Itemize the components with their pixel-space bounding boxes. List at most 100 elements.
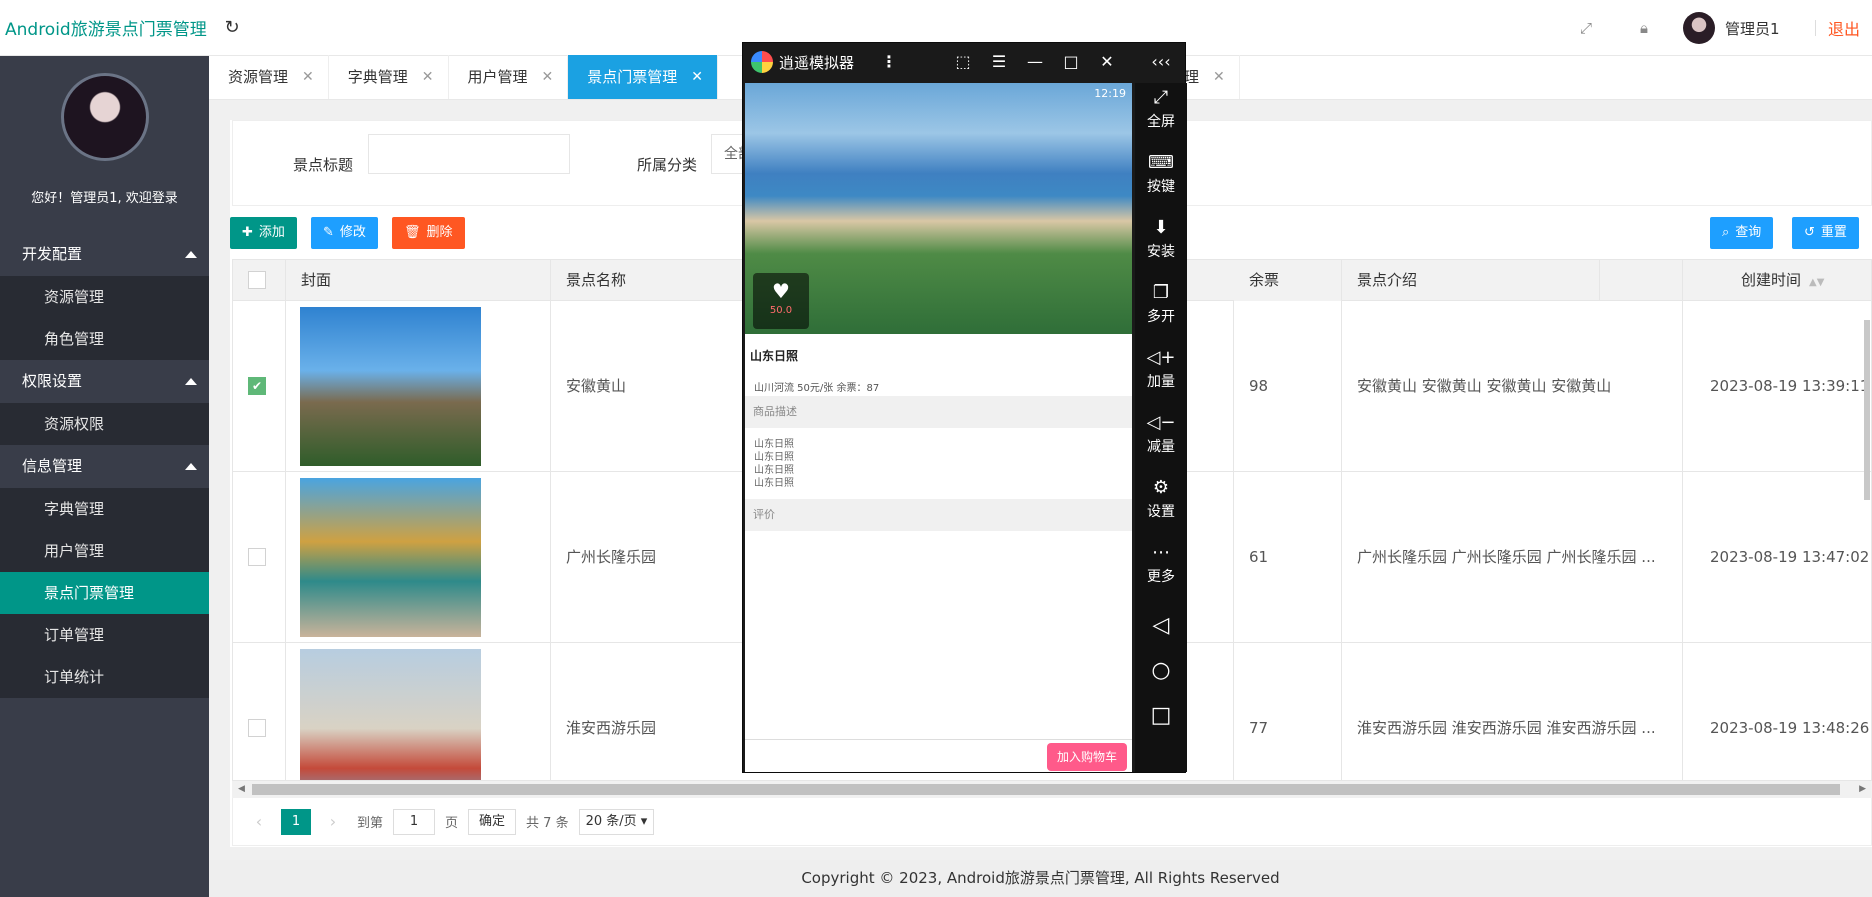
collapse-sidebar-icon[interactable]: ‹‹‹ [1139, 43, 1183, 81]
side-label: 多开 [1147, 309, 1175, 325]
multi-window-icon: ❐ [1152, 282, 1170, 303]
add-to-cart-button[interactable]: 加入购物车 [1047, 743, 1127, 771]
close-icon[interactable]: ✕ [422, 55, 434, 99]
vertical-scrollbar[interactable] [1864, 320, 1870, 500]
row-select-cell: ✔ [233, 301, 286, 472]
cover-image [300, 478, 481, 637]
logout-link[interactable]: 退出 [1828, 16, 1860, 40]
close-icon[interactable]: ✕ [302, 55, 314, 99]
add-button[interactable]: ✚ 添加 [230, 217, 297, 249]
page-unit-label: 页 [445, 816, 459, 831]
home-nav-icon[interactable]: ○ [1135, 658, 1187, 683]
apk-icon: ⬇ [1153, 217, 1169, 238]
sidebar-item-scenic-tickets[interactable]: 景点门票管理 [0, 572, 209, 614]
refresh-icon[interactable]: ↻ [212, 17, 252, 38]
total-count: 共 7 条 [526, 816, 569, 831]
maximize-icon[interactable]: □ [1055, 43, 1087, 81]
admin-name[interactable]: 管理员1 [1725, 18, 1805, 39]
header-select-cell [233, 260, 286, 301]
avatar[interactable] [1682, 12, 1715, 44]
sidebar-item-resource-permission[interactable]: 资源权限 [0, 403, 209, 445]
emulator-sidebar: ⤢ 全屏 ⌨︎ 按键 ⬇ 安装 ❐ 多开 ◁+ 加量 ◁− 减量 ⚙ 设置 ⋯ 更多 ◁ ○ □ [1135, 83, 1187, 772]
lock-icon[interactable]: 🔒︎ [1615, 19, 1673, 37]
volume-up-button[interactable]: ◁+ 加量 [1135, 345, 1187, 391]
query-button[interactable]: ⌕ 查询 [1710, 217, 1774, 249]
keymap-button[interactable]: ⌨︎ 按键 [1135, 150, 1187, 196]
horizontal-scrollbar[interactable]: ◀ ▶ [232, 781, 1872, 798]
menu-sub-info: 字典管理 用户管理 景点门票管理 订单管理 订单统计 [0, 488, 209, 698]
caret-up-icon [185, 463, 197, 470]
reset-button[interactable]: ↺ 重置 [1792, 217, 1859, 249]
fullscreen-icon[interactable]: ⤢ [1557, 19, 1615, 37]
scroll-right-icon[interactable]: ▶ [1859, 781, 1866, 798]
close-icon[interactable]: ✕ [1213, 55, 1225, 99]
goto-confirm-button[interactable]: 确定 [468, 808, 517, 835]
settings-button[interactable]: ⚙ 设置 [1135, 475, 1187, 521]
recents-nav-icon[interactable]: □ [1135, 703, 1187, 728]
edit-label: 修改 [339, 225, 366, 240]
page-size-select[interactable]: 20 条/页 ▾ [578, 808, 655, 835]
multi-instance-button[interactable]: ❐ 多开 [1135, 280, 1187, 326]
next-page-icon[interactable]: › [321, 812, 345, 831]
tab-resource[interactable]: 资源管理 ✕ [209, 55, 329, 99]
tab-users[interactable]: 用户管理 ✕ [449, 55, 569, 99]
delete-button[interactable]: 🗑︎ 删除 [392, 217, 465, 249]
hamburger-menu-icon[interactable]: ☰ [983, 43, 1015, 81]
select-all-checkbox[interactable] [248, 271, 266, 289]
minimize-icon[interactable]: — [1019, 43, 1051, 81]
user-avatar [60, 73, 149, 161]
phone-screen: 12:19 ♥ 50.0 山东日照 山川河流 50元/张 余票：87 商品描述 … [745, 83, 1132, 772]
tab-scenic-tickets[interactable]: 景点门票管理 ✕ [568, 55, 718, 99]
close-icon[interactable]: ✕ [542, 55, 554, 99]
more-button[interactable]: ⋯ 更多 [1135, 540, 1187, 586]
header-created[interactable]: 创建时间 ▲▼ [1683, 260, 1871, 303]
emulator-titlebar[interactable]: 逍遥模拟器 ⋮ ⬚ ☰ — □ ✕ ‹‹‹ [743, 43, 1187, 81]
gear-icon: ⚙ [1152, 477, 1170, 498]
sidebar-item-dictionary[interactable]: 字典管理 [0, 488, 209, 530]
title-input[interactable] [368, 134, 570, 174]
goto-page-input[interactable]: 1 [393, 808, 436, 835]
favorite-button[interactable]: ♥ 50.0 [753, 273, 809, 329]
desc-line: 山东日照 [754, 478, 794, 489]
edit-button[interactable]: ✎ 修改 [311, 217, 378, 249]
caret-up-icon [185, 378, 197, 385]
kebab-menu-icon[interactable]: ⋮ [879, 43, 899, 81]
row-checkbox[interactable] [248, 719, 266, 737]
row-checkbox[interactable]: ✔ [248, 377, 266, 395]
row-checkbox[interactable] [248, 548, 266, 566]
item-name: 山东日照 [750, 349, 799, 363]
sidebar-item-role[interactable]: 角色管理 [0, 318, 209, 360]
volume-down-button[interactable]: ◁− 减量 [1135, 410, 1187, 456]
welcome-text: 您好！管理员1, 欢迎登录 [31, 191, 178, 206]
scrollbar-thumb[interactable] [252, 784, 1840, 795]
sidebar-item-orders[interactable]: 订单管理 [0, 614, 209, 656]
sidebar-item-resource[interactable]: 资源管理 [0, 276, 209, 318]
side-label: 更多 [1147, 569, 1175, 585]
cover-cell [286, 301, 551, 472]
cover-image [300, 649, 481, 780]
caret-up-icon [185, 251, 197, 258]
menu-group-info[interactable]: 信息管理 [0, 445, 209, 488]
close-icon[interactable]: ✕ [1091, 43, 1123, 81]
menu-sub-permission: 资源权限 [0, 403, 209, 445]
install-button[interactable]: ⬇ 安装 [1135, 215, 1187, 261]
reset-icon: ↺ [1804, 225, 1815, 240]
sidebar-item-users[interactable]: 用户管理 [0, 530, 209, 572]
fullscreen-button[interactable]: ⤢ 全屏 [1135, 85, 1187, 131]
menu-group-label: 权限设置 [22, 372, 83, 390]
desc-text: 山东日照 山东日照 山东日照 山东日照 [754, 438, 794, 490]
ellipsis-icon: ⋯ [1152, 542, 1170, 563]
menu-group-label: 信息管理 [22, 457, 83, 475]
tab-dictionary[interactable]: 字典管理 ✕ [329, 55, 449, 99]
screenshot-icon[interactable]: ⬚ [947, 43, 979, 81]
menu-group-permission[interactable]: 权限设置 [0, 360, 209, 403]
back-nav-icon[interactable]: ◁ [1135, 613, 1187, 638]
header-divider [1814, 20, 1816, 36]
current-page[interactable]: 1 [281, 808, 311, 835]
sidebar-item-order-stats[interactable]: 订单统计 [0, 656, 209, 698]
sort-icon[interactable]: ▲▼ [1809, 262, 1824, 303]
prev-page-icon[interactable]: ‹ [247, 812, 271, 831]
scroll-left-icon[interactable]: ◀ [238, 781, 245, 798]
menu-group-dev-config[interactable]: 开发配置 [0, 233, 209, 276]
close-icon[interactable]: ✕ [691, 55, 703, 99]
